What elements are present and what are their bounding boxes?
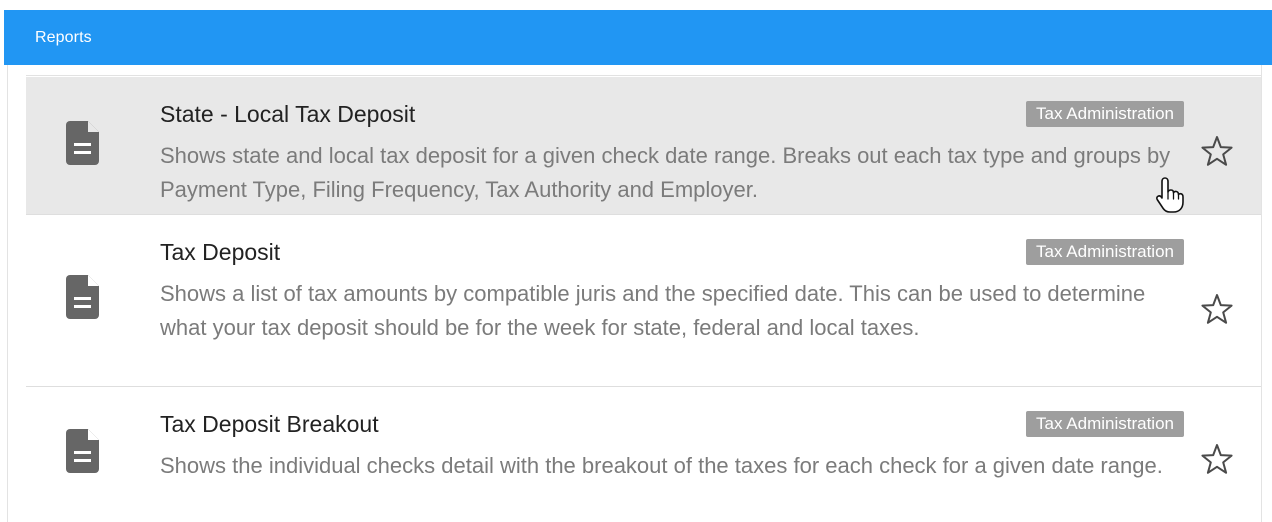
page-title: Reports <box>35 28 92 46</box>
report-description: Shows state and local tax deposit for a … <box>160 143 1171 202</box>
star-outline-icon[interactable] <box>1200 442 1234 476</box>
report-title: Tax Deposit <box>160 239 281 265</box>
report-description: Shows a list of tax amounts by compatibl… <box>160 281 1146 340</box>
report-list: State - Local Tax Deposit Tax Administra… <box>26 77 1261 522</box>
reports-header: Reports <box>4 10 1272 65</box>
reports-panel: State - Local Tax Deposit Tax Administra… <box>7 65 1262 522</box>
report-title: Tax Deposit Breakout <box>160 411 379 437</box>
category-tag: Tax Administration <box>1026 239 1184 265</box>
category-tag: Tax Administration <box>1026 411 1184 437</box>
reports-page: Reports State - Local Tax Deposit Tax Ad… <box>0 0 1272 522</box>
report-row-state-local-tax-deposit[interactable]: State - Local Tax Deposit Tax Administra… <box>26 77 1261 215</box>
document-icon <box>66 275 99 319</box>
report-title: State - Local Tax Deposit <box>160 101 416 127</box>
document-icon <box>66 429 99 473</box>
star-outline-icon[interactable] <box>1200 134 1234 168</box>
report-row-tax-deposit-breakout[interactable]: Tax Deposit Breakout Tax Administration … <box>26 387 1261 522</box>
report-row-tax-deposit[interactable]: Tax Deposit Tax Administration Shows a l… <box>26 215 1261 387</box>
category-tag: Tax Administration <box>1026 101 1184 127</box>
report-description: Shows the individual checks detail with … <box>160 453 1163 478</box>
document-icon <box>66 121 99 165</box>
hand-pointer-icon <box>1156 177 1184 213</box>
star-outline-icon[interactable] <box>1200 292 1234 326</box>
panel-top-spacer <box>26 65 1261 76</box>
